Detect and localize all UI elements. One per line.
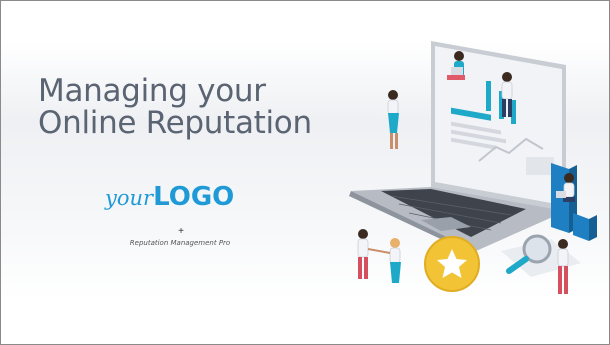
people-handshake (357, 229, 401, 283)
magnifier-icon (501, 234, 581, 277)
title-line-2: Online Reputation (38, 105, 312, 141)
slide-title: Managing your Online Reputation (38, 75, 312, 139)
logo-bold-text: LOGO (153, 182, 235, 212)
reputation-illustration (349, 41, 597, 294)
title-line-1: Managing your (38, 73, 266, 109)
star-badge (424, 236, 480, 292)
slide: Managing your Online Reputation yourLOGO… (0, 0, 610, 345)
logo-script-text: your (105, 186, 154, 210)
company-logo: yourLOGO (105, 182, 234, 216)
person-left-walking (387, 90, 399, 149)
tagline: Reputation Management Pro (129, 239, 231, 247)
plus-separator: + (178, 226, 184, 237)
